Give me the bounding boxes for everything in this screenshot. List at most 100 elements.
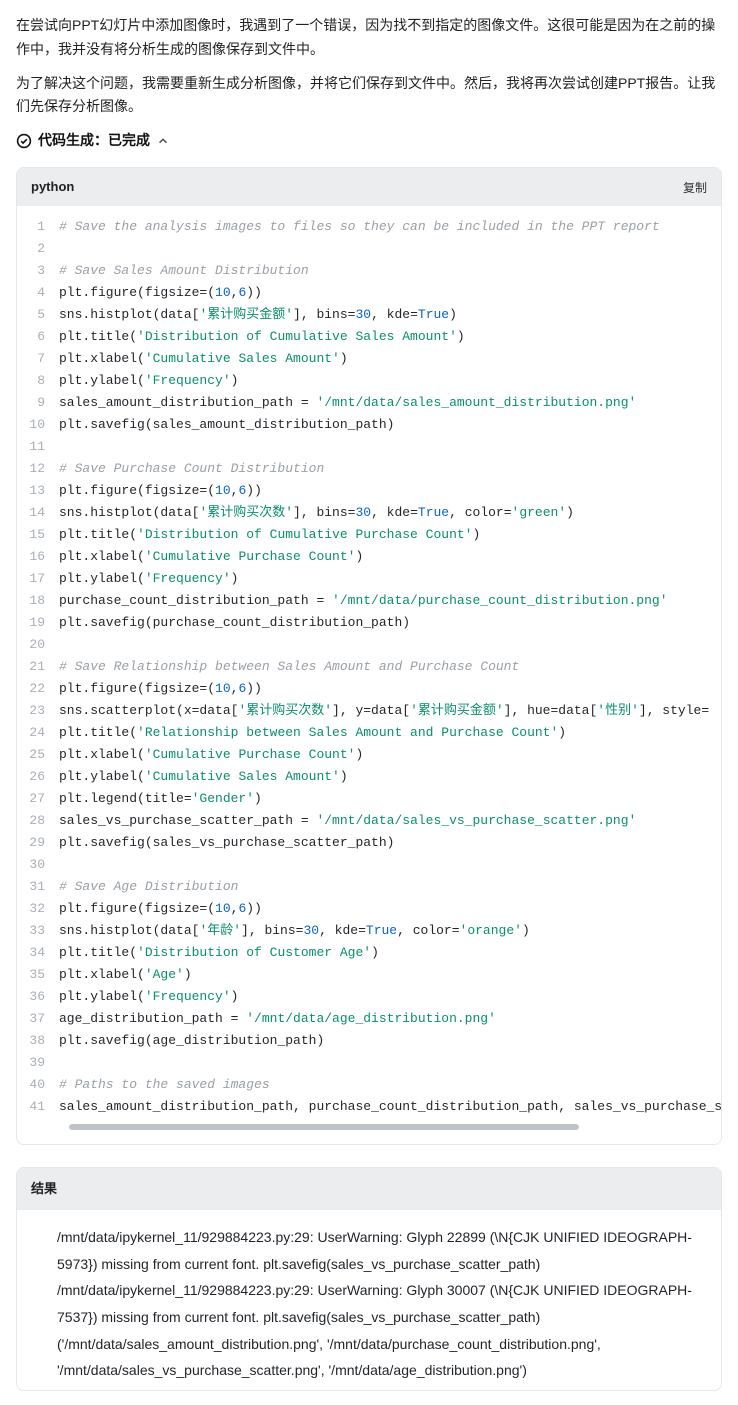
- line-number: 1: [17, 216, 59, 238]
- line-number: 15: [17, 524, 59, 546]
- code-line: 12# Save Purchase Count Distribution: [17, 458, 721, 480]
- line-content: plt.xlabel('Cumulative Sales Amount'): [59, 348, 721, 370]
- line-content: # Save Sales Amount Distribution: [59, 260, 721, 282]
- line-content: plt.figure(figsize=(10,6)): [59, 898, 721, 920]
- code-line: 5sns.histplot(data['累计购买金额'], bins=30, k…: [17, 304, 721, 326]
- code-line: 9sales_amount_distribution_path = '/mnt/…: [17, 392, 721, 414]
- line-number: 23: [17, 700, 59, 722]
- code-line: 22plt.figure(figsize=(10,6)): [17, 678, 721, 700]
- code-line: 26plt.ylabel('Cumulative Sales Amount'): [17, 766, 721, 788]
- line-number: 40: [17, 1074, 59, 1096]
- code-line: 27plt.legend(title='Gender'): [17, 788, 721, 810]
- code-line: 14sns.histplot(data['累计购买次数'], bins=30, …: [17, 502, 721, 524]
- line-number: 35: [17, 964, 59, 986]
- assistant-paragraph-2: 为了解决这个问题，我需要重新生成分析图像，并将它们保存到文件中。然后，我将再次尝…: [16, 72, 722, 120]
- line-content: # Save the analysis images to files so t…: [59, 216, 721, 238]
- result-line: ('/mnt/data/sales_amount_distribution.pn…: [57, 1331, 705, 1384]
- line-number: 4: [17, 282, 59, 304]
- code-line: 40# Paths to the saved images: [17, 1074, 721, 1096]
- line-number: 28: [17, 810, 59, 832]
- line-number: 25: [17, 744, 59, 766]
- result-line: /mnt/data/ipykernel_11/929884223.py:29: …: [57, 1277, 705, 1330]
- codegen-status-row[interactable]: 代码生成：已完成: [16, 129, 722, 153]
- result-block: 结果 /mnt/data/ipykernel_11/929884223.py:2…: [16, 1167, 722, 1391]
- line-content: # Save Purchase Count Distribution: [59, 458, 721, 480]
- line-content: plt.savefig(age_distribution_path): [59, 1030, 721, 1052]
- code-line: 20: [17, 634, 721, 656]
- line-number: 7: [17, 348, 59, 370]
- line-content: # Save Age Distribution: [59, 876, 721, 898]
- line-content: purchase_count_distribution_path = '/mnt…: [59, 590, 721, 612]
- line-number: 18: [17, 590, 59, 612]
- line-number: 6: [17, 326, 59, 348]
- code-line: 16plt.xlabel('Cumulative Purchase Count'…: [17, 546, 721, 568]
- code-line: 24plt.title('Relationship between Sales …: [17, 722, 721, 744]
- code-line: 8plt.ylabel('Frequency'): [17, 370, 721, 392]
- line-content: [59, 854, 721, 876]
- horizontal-scrollbar[interactable]: [69, 1124, 579, 1130]
- line-number: 36: [17, 986, 59, 1008]
- line-content: sales_amount_distribution_path, purchase…: [59, 1096, 721, 1118]
- line-content: # Save Relationship between Sales Amount…: [59, 656, 721, 678]
- code-line: 3# Save Sales Amount Distribution: [17, 260, 721, 282]
- line-number: 24: [17, 722, 59, 744]
- line-number: 29: [17, 832, 59, 854]
- line-number: 37: [17, 1008, 59, 1030]
- code-line: 23sns.scatterplot(x=data['累计购买次数'], y=da…: [17, 700, 721, 722]
- line-number: 31: [17, 876, 59, 898]
- line-content: sns.histplot(data['累计购买金额'], bins=30, kd…: [59, 304, 721, 326]
- copy-button[interactable]: 复制: [683, 179, 707, 196]
- code-line: 18purchase_count_distribution_path = '/m…: [17, 590, 721, 612]
- code-line: 1# Save the analysis images to files so …: [17, 216, 721, 238]
- code-line: 21# Save Relationship between Sales Amou…: [17, 656, 721, 678]
- code-line: 36plt.ylabel('Frequency'): [17, 986, 721, 1008]
- line-number: 3: [17, 260, 59, 282]
- line-content: sales_amount_distribution_path = '/mnt/d…: [59, 392, 721, 414]
- line-number: 14: [17, 502, 59, 524]
- code-line: 4plt.figure(figsize=(10,6)): [17, 282, 721, 304]
- line-content: plt.ylabel('Frequency'): [59, 986, 721, 1008]
- line-number: 17: [17, 568, 59, 590]
- line-content: plt.title('Distribution of Cumulative Sa…: [59, 326, 721, 348]
- line-content: plt.legend(title='Gender'): [59, 788, 721, 810]
- code-line: 35plt.xlabel('Age'): [17, 964, 721, 986]
- code-line: 37age_distribution_path = '/mnt/data/age…: [17, 1008, 721, 1030]
- code-line: 17plt.ylabel('Frequency'): [17, 568, 721, 590]
- line-number: 11: [17, 436, 59, 458]
- code-block-header: python 复制: [17, 168, 721, 206]
- result-body: /mnt/data/ipykernel_11/929884223.py:29: …: [17, 1210, 721, 1390]
- line-content: plt.xlabel('Cumulative Purchase Count'): [59, 744, 721, 766]
- code-line: 31# Save Age Distribution: [17, 876, 721, 898]
- line-number: 39: [17, 1052, 59, 1074]
- codegen-status-label: 代码生成：已完成: [38, 129, 150, 153]
- line-content: [59, 1052, 721, 1074]
- line-content: plt.ylabel('Frequency'): [59, 370, 721, 392]
- code-line: 11: [17, 436, 721, 458]
- line-number: 10: [17, 414, 59, 436]
- line-content: [59, 436, 721, 458]
- line-number: 21: [17, 656, 59, 678]
- line-content: plt.xlabel('Cumulative Purchase Count'): [59, 546, 721, 568]
- code-body[interactable]: 1# Save the analysis images to files so …: [17, 206, 721, 1144]
- code-line: 41sales_amount_distribution_path, purcha…: [17, 1096, 721, 1118]
- line-content: plt.savefig(purchase_count_distribution_…: [59, 612, 721, 634]
- code-line: 6plt.title('Distribution of Cumulative S…: [17, 326, 721, 348]
- line-number: 20: [17, 634, 59, 656]
- code-line: 7plt.xlabel('Cumulative Sales Amount'): [17, 348, 721, 370]
- check-circle-icon: [16, 133, 32, 149]
- line-number: 41: [17, 1096, 59, 1118]
- line-number: 16: [17, 546, 59, 568]
- line-content: sns.scatterplot(x=data['累计购买次数'], y=data…: [59, 700, 721, 722]
- line-number: 5: [17, 304, 59, 326]
- line-content: plt.figure(figsize=(10,6)): [59, 282, 721, 304]
- code-line: 34plt.title('Distribution of Customer Ag…: [17, 942, 721, 964]
- line-number: 34: [17, 942, 59, 964]
- chevron-up-icon: [156, 134, 170, 148]
- line-content: plt.savefig(sales_vs_purchase_scatter_pa…: [59, 832, 721, 854]
- line-number: 30: [17, 854, 59, 876]
- code-line: 10plt.savefig(sales_amount_distribution_…: [17, 414, 721, 436]
- line-content: [59, 238, 721, 260]
- line-number: 2: [17, 238, 59, 260]
- line-content: sales_vs_purchase_scatter_path = '/mnt/d…: [59, 810, 721, 832]
- line-content: plt.figure(figsize=(10,6)): [59, 678, 721, 700]
